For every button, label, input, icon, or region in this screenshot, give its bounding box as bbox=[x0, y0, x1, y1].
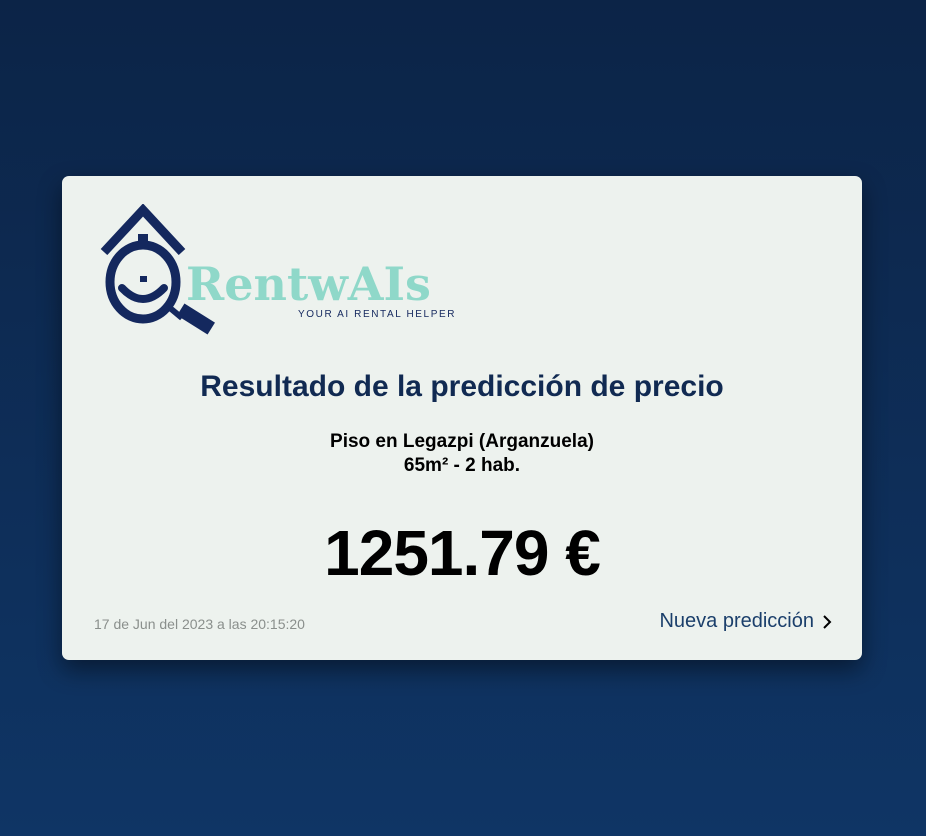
property-location: Piso en Legazpi (Arganzuela) bbox=[330, 431, 594, 452]
new-prediction-link[interactable]: Nueva predicción bbox=[659, 610, 832, 633]
property-details: 65m² - 2 hab. bbox=[403, 455, 521, 476]
predicted-price: 1251.79 € bbox=[324, 517, 601, 589]
chevron-right-icon bbox=[823, 614, 832, 629]
new-prediction-label: Nueva predicción bbox=[659, 610, 814, 632]
rentwais-logo: RentwAIs YOUR AI RENTAL HELPER bbox=[98, 204, 468, 336]
property-summary: Piso en Legazpi (Arganzuela) 65m² - 2 ha… bbox=[62, 430, 862, 478]
page-title: Resultado de la predicción de precio bbox=[200, 370, 724, 403]
prediction-result-card: RentwAIs YOUR AI RENTAL HELPER Resultado… bbox=[62, 176, 862, 660]
prediction-timestamp: 17 de Jun del 2023 a las 20:15:20 bbox=[94, 616, 305, 632]
logo-wordmark: RentwAIs bbox=[186, 257, 431, 311]
logo-tagline: YOUR AI RENTAL HELPER bbox=[298, 309, 456, 320]
